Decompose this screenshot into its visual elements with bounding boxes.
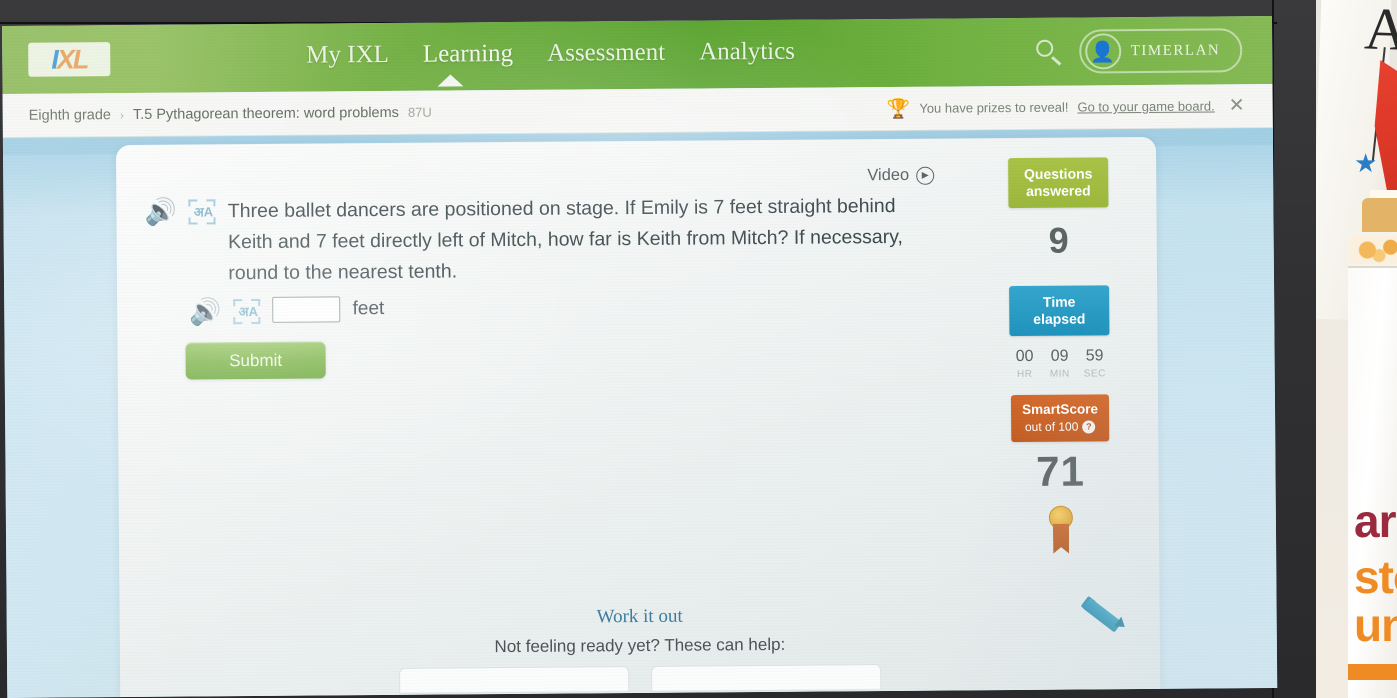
search-icon[interactable] <box>1033 37 1063 67</box>
work-it-out-section: Work it out Not feeling ready yet? These… <box>120 602 1160 660</box>
answer-input[interactable] <box>272 296 341 323</box>
questions-answered-title-line1: Questions <box>1023 165 1093 182</box>
smartscore-subtitle-row: out of 100 ? <box>1015 418 1105 436</box>
time-minutes-value: 09 <box>1050 347 1069 365</box>
breadcrumb: Eighth grade › T.5 Pythagorean theorem: … <box>29 104 432 123</box>
help-card[interactable] <box>651 664 882 692</box>
nav-item-analytics[interactable]: Analytics <box>699 38 795 71</box>
desk-environment: A ★ aru sto un <box>1310 0 1397 698</box>
page-body: Video ▶ 🔊 अA Three ballet dancers are po… <box>2 128 1278 698</box>
time-elapsed-title-line1: Time <box>1042 293 1076 310</box>
time-hours-label: HR <box>1016 368 1033 381</box>
answer-row: 🔊 अA feet <box>189 295 385 326</box>
question-row: 🔊 अA Three ballet dancers are positioned… <box>144 191 935 290</box>
practice-card: Video ▶ 🔊 अA Three ballet dancers are po… <box>115 136 1161 698</box>
questions-answered-title-line2: answered <box>1025 182 1091 199</box>
photo-scene: A ★ aru sto un IXL My IXL Learnin <box>0 0 1397 698</box>
nav-item-my-ixl[interactable]: My IXL <box>306 41 389 74</box>
pencil-icon[interactable] <box>1080 582 1129 633</box>
cup-contents <box>1350 236 1397 264</box>
prize-message: You have prizes to reveal! <box>919 99 1069 116</box>
username-label: TIMERLAN <box>1130 41 1221 59</box>
video-link[interactable]: Video ▶ <box>867 165 935 186</box>
paper-letter: A <box>1363 0 1397 63</box>
time-seconds: 59 SEC <box>1077 347 1112 379</box>
translate-icon-answer[interactable]: अA <box>233 298 261 325</box>
avatar-icon: 👤 <box>1084 33 1121 70</box>
smartscore-title: SmartScore <box>1022 401 1098 417</box>
logo-letters-xl: XL <box>56 43 88 75</box>
questions-answered-badge: Questions answered <box>1008 157 1109 209</box>
trophy-icon: 🏆 <box>886 98 911 120</box>
answer-unit-label: feet <box>352 298 385 320</box>
cup-text-line1: aru <box>1354 495 1397 547</box>
active-tab-indicator <box>437 74 464 87</box>
video-label: Video <box>867 165 910 185</box>
smartscore-badge: SmartScore out of 100 ? <box>1010 394 1110 443</box>
cup-text-line3: un <box>1354 599 1397 651</box>
breadcrumb-skill: T.5 Pythagorean theorem: word problems <box>132 104 399 123</box>
time-seconds-label: SEC <box>1083 368 1106 380</box>
breadcrumb-skill-code: 87U <box>407 104 432 120</box>
monitor-screen: I XL My IXL Learning Assessment Analytics… <box>2 16 1278 698</box>
question-text: Three ballet dancers are positioned on s… <box>227 194 903 285</box>
time-hours: 00 HR <box>1007 348 1042 380</box>
cup-text-line2: sto <box>1354 551 1397 603</box>
play-icon: ▶ <box>916 166 935 185</box>
breadcrumb-grade[interactable]: Eighth grade <box>29 107 111 124</box>
progress-sidebar: Questions answered 9 Time elapsed 00 HR <box>980 157 1139 556</box>
time-elapsed-badge: Time elapsed <box>1009 285 1110 337</box>
nav-items: My IXL Learning Assessment Analytics <box>306 38 795 87</box>
speaker-icon-answer[interactable]: 🔊 <box>189 296 222 326</box>
top-navigation-bar: I XL My IXL Learning Assessment Analytics… <box>2 16 1273 94</box>
submit-button[interactable]: Submit <box>185 341 326 380</box>
time-minutes: 09 MIN <box>1042 348 1077 380</box>
work-it-out-subtitle: Not feeling ready yet? These can help: <box>494 634 786 657</box>
time-elapsed-title-line2: elapsed <box>1033 310 1086 327</box>
smartscore-subtitle: out of 100 <box>1024 419 1079 434</box>
cup-band <box>1348 664 1397 680</box>
time-hours-value: 00 <box>1015 347 1034 366</box>
user-menu-button[interactable]: 👤 TIMERLAN <box>1078 28 1243 74</box>
breadcrumb-separator-icon: › <box>119 107 124 122</box>
help-icon[interactable]: ? <box>1082 420 1096 434</box>
speaker-icon[interactable]: 🔊 <box>144 197 177 227</box>
work-it-out-title: Work it out <box>596 605 683 628</box>
ixl-logo[interactable]: I XL <box>28 42 111 77</box>
game-board-link[interactable]: Go to your game board. <box>1077 98 1214 114</box>
nav-right-group: 👤 TIMERLAN <box>1033 28 1243 74</box>
close-icon[interactable]: ✕ <box>1229 94 1245 117</box>
time-minutes-label: MIN <box>1049 368 1070 380</box>
nav-item-learning[interactable]: Learning <box>423 40 513 73</box>
time-seconds-value: 59 <box>1085 347 1104 365</box>
help-card[interactable] <box>399 666 630 694</box>
time-elapsed-values: 00 HR 09 MIN 59 SEC <box>982 347 1138 380</box>
questions-answered-value: 9 <box>1048 219 1069 261</box>
paper-cup: aru sto un <box>1348 232 1397 698</box>
smartscore-value: 71 <box>1035 447 1086 495</box>
award-ribbon-icon <box>1046 505 1076 556</box>
question-area: 🔊 अA Three ballet dancers are positioned… <box>144 191 935 290</box>
nav-item-assessment[interactable]: Assessment <box>547 39 665 72</box>
translate-icon[interactable]: अA <box>188 199 216 225</box>
prize-banner: 🏆 You have prizes to reveal! Go to your … <box>887 94 1245 121</box>
star-icon: ★ <box>1354 148 1378 178</box>
